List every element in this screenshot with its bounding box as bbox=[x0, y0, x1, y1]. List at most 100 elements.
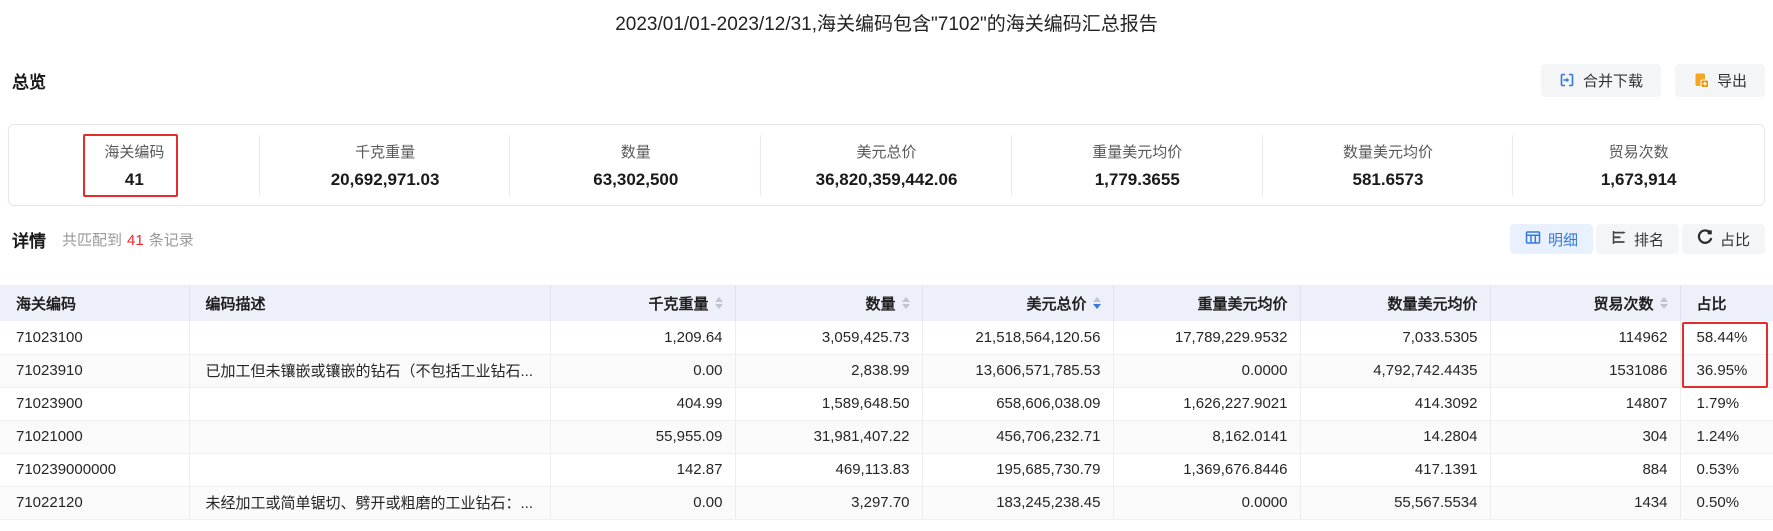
cell-kg-weight: 55,955.09 bbox=[550, 420, 736, 454]
stat-label: 千克重量 bbox=[355, 143, 416, 161]
cell-quantity: 31,981,407.22 bbox=[735, 420, 923, 454]
column-header-share: 占比 bbox=[1680, 285, 1773, 321]
stat-kg-weight: 千克重量 20,692,971.03 bbox=[260, 134, 511, 196]
stat-trade-count: 贸易次数 1,673,914 bbox=[1513, 141, 1764, 190]
sort-carets-active-desc[interactable] bbox=[1092, 297, 1101, 309]
cell-usd-total: 658,606,038.09 bbox=[922, 387, 1114, 421]
stat-value: 581.6573 bbox=[1352, 169, 1424, 189]
cell-hs-code: 710239000000 bbox=[0, 453, 190, 487]
merge-download-button[interactable]: 合并下载 bbox=[1540, 63, 1661, 97]
cell-description bbox=[189, 453, 551, 487]
export-button[interactable]: 导出 bbox=[1674, 63, 1765, 97]
cell-description: 未经加工或简单锯切、劈开或粗磨的工业钻石：... bbox=[189, 486, 551, 520]
cell-quantity: 3,059,425.73 bbox=[735, 321, 923, 355]
cell-share: 0.53% bbox=[1680, 453, 1773, 487]
match-count: 41 bbox=[127, 231, 144, 249]
merge-download-label: 合并下载 bbox=[1582, 72, 1643, 90]
cell-description bbox=[189, 420, 551, 454]
stat-value: 20,692,971.03 bbox=[330, 169, 440, 189]
overview-stats-card: 海关编码 41 千克重量 20,692,971.03 数量 63,302,500… bbox=[8, 124, 1765, 206]
details-header-bar: 详情 共匹配到 41 条记录 明细 排名 占比 bbox=[12, 222, 1765, 256]
stat-label: 贸易次数 bbox=[1608, 143, 1669, 161]
stat-usd-total: 美元总价 36,820,359,442.06 bbox=[761, 134, 1012, 196]
stat-value: 1,779.3655 bbox=[1094, 169, 1180, 189]
sort-carets[interactable] bbox=[1659, 297, 1668, 309]
cell-qty-usd-avg-price: 55,567.5534 bbox=[1300, 486, 1491, 520]
column-header-qty-usd-avg-price: 数量美元均价 bbox=[1300, 285, 1491, 321]
table-row: 710239000000 142.87 469,113.83 195,685,730.… bbox=[0, 453, 1773, 487]
cell-qty-usd-avg-price: 417.1391 bbox=[1300, 453, 1491, 487]
cell-kg-weight: 0.00 bbox=[550, 354, 736, 388]
match-count-text: 共匹配到 41 条记录 bbox=[62, 229, 194, 250]
cell-description: 已加工但未镶嵌或镶嵌的钻石（不包括工业钻石... bbox=[189, 354, 551, 388]
table-row: 71022120 未经加工或简单锯切、劈开或粗磨的工业钻石：... 0.00 3,29… bbox=[0, 486, 1773, 520]
sort-carets[interactable] bbox=[714, 297, 723, 309]
cell-share: 0.50% bbox=[1680, 486, 1773, 520]
cell-usd-total: 456,706,232.71 bbox=[922, 420, 1114, 454]
cell-usd-total: 195,685,730.79 bbox=[922, 453, 1114, 487]
stat-value: 36,820,359,442.06 bbox=[815, 169, 958, 189]
stat-value: 63,302,500 bbox=[593, 169, 679, 189]
table-row: 71023910 已加工但未镶嵌或镶嵌的钻石（不包括工业钻石... 0.00 2,83… bbox=[0, 354, 1773, 388]
cell-kg-weight: 404.99 bbox=[550, 387, 736, 421]
cell-trade-count: 884 bbox=[1490, 453, 1681, 487]
cell-share: 1.24% bbox=[1680, 420, 1773, 454]
table-header-row: 海关编码 编码描述 千克重量 数量 美元总价 重量美元均价 数量美元均价 贸易次… bbox=[0, 285, 1773, 321]
cell-weight-usd-avg-price: 1,626,227.9021 bbox=[1113, 387, 1301, 421]
cell-qty-usd-avg-price: 4,792,742.4435 bbox=[1300, 354, 1491, 388]
view-button-label: 占比 bbox=[1719, 231, 1750, 249]
merge-download-icon bbox=[1559, 72, 1575, 88]
pie-icon bbox=[1697, 229, 1713, 249]
view-button-detail[interactable]: 明细 bbox=[1509, 224, 1593, 254]
cell-usd-total: 21,518,564,120.56 bbox=[922, 321, 1114, 355]
column-header-hs-code: 海关编码 bbox=[0, 285, 190, 321]
cell-weight-usd-avg-price: 0.0000 bbox=[1113, 486, 1301, 520]
column-header-kg-weight[interactable]: 千克重量 bbox=[550, 285, 736, 321]
cell-usd-total: 183,245,238.45 bbox=[922, 486, 1114, 520]
cell-hs-code: 71023100 bbox=[0, 321, 190, 355]
cell-hs-code: 71022120 bbox=[0, 486, 190, 520]
column-header-trade-count[interactable]: 贸易次数 bbox=[1490, 285, 1681, 321]
cell-description bbox=[189, 387, 551, 421]
cell-share: 1.79% bbox=[1680, 387, 1773, 421]
view-toggle-group: 明细 排名 占比 bbox=[1509, 224, 1765, 254]
details-section-label: 详情 bbox=[12, 231, 46, 251]
cell-hs-code: 71021000 bbox=[0, 420, 190, 454]
stat-label: 数量 bbox=[620, 143, 651, 161]
cell-usd-total: 13,606,571,785.53 bbox=[922, 354, 1114, 388]
sort-carets[interactable] bbox=[901, 297, 910, 309]
cell-trade-count: 1531086 bbox=[1490, 354, 1681, 388]
cell-kg-weight: 0.00 bbox=[550, 486, 736, 520]
column-header-weight-usd-avg-price: 重量美元均价 bbox=[1113, 285, 1301, 321]
column-header-quantity[interactable]: 数量 bbox=[735, 285, 923, 321]
cell-trade-count: 1434 bbox=[1490, 486, 1681, 520]
match-suffix: 条记录 bbox=[148, 231, 194, 249]
cell-weight-usd-avg-price: 8,162.0141 bbox=[1113, 420, 1301, 454]
cell-kg-weight: 142.87 bbox=[550, 453, 736, 487]
stat-label: 海关编码 bbox=[104, 143, 165, 161]
table-row: 71021000 55,955.09 31,981,407.22 456,706,23… bbox=[0, 420, 1773, 454]
overview-section-label: 总览 bbox=[12, 72, 46, 92]
cell-quantity: 469,113.83 bbox=[735, 453, 923, 487]
cell-qty-usd-avg-price: 414.3092 bbox=[1300, 387, 1491, 421]
stat-qty-usd-avg-price: 数量美元均价 581.6573 bbox=[1263, 134, 1514, 196]
page-title: 2023/01/01-2023/12/31,海关编码包含"7102"的海关编码汇… bbox=[615, 14, 1158, 35]
export-icon bbox=[1693, 72, 1709, 88]
column-header-description: 编码描述 bbox=[189, 285, 551, 321]
view-button-share[interactable]: 占比 bbox=[1681, 224, 1765, 254]
cell-share: 58.44% bbox=[1680, 321, 1773, 355]
table-row: 71023100 1,209.64 3,059,425.73 21,518,564,1… bbox=[0, 321, 1773, 355]
overview-header-bar: 总览 合并下载 导出 bbox=[12, 62, 1765, 98]
match-prefix: 共匹配到 bbox=[62, 231, 123, 249]
stat-label: 重量美元均价 bbox=[1092, 143, 1183, 161]
table-icon bbox=[1525, 230, 1541, 249]
cell-kg-weight: 1,209.64 bbox=[550, 321, 736, 355]
cell-quantity: 3,297.70 bbox=[735, 486, 923, 520]
cell-weight-usd-avg-price: 1,369,676.8446 bbox=[1113, 453, 1301, 487]
cell-share: 36.95% bbox=[1680, 354, 1773, 388]
view-button-ranking[interactable]: 排名 bbox=[1595, 224, 1679, 254]
stat-label: 数量美元均价 bbox=[1342, 143, 1433, 161]
column-header-usd-total[interactable]: 美元总价 bbox=[922, 285, 1114, 321]
stat-value: 1,673,914 bbox=[1600, 169, 1677, 189]
cell-qty-usd-avg-price: 7,033.5305 bbox=[1300, 321, 1491, 355]
